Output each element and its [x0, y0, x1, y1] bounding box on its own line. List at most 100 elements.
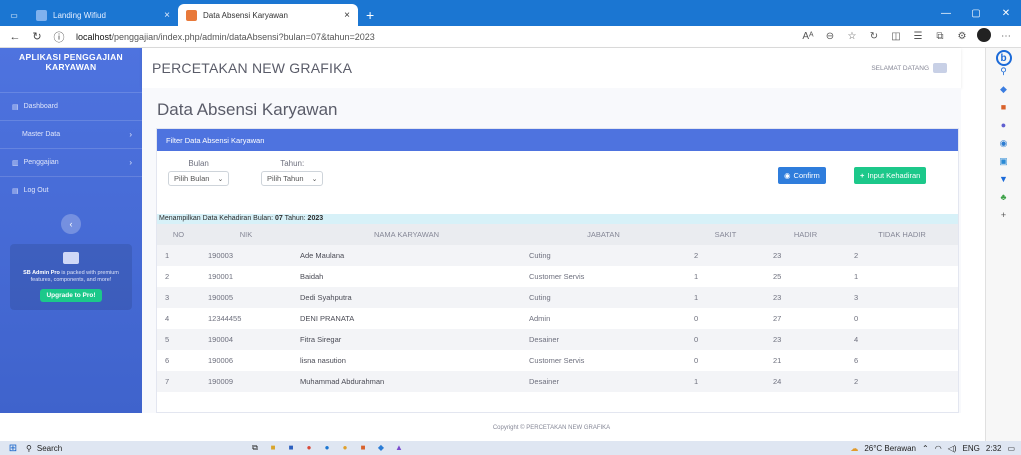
cell-nik: 12344455	[200, 308, 292, 329]
chevron-down-icon: ⌄	[217, 175, 224, 183]
upgrade-button[interactable]: Upgrade to Pro!	[40, 289, 102, 302]
profile-avatar[interactable]	[973, 28, 995, 45]
cell-name: DENI PRANATA	[292, 308, 521, 329]
info-icon[interactable]: ⓘ	[48, 29, 70, 45]
file-explorer-icon[interactable]: ■	[264, 443, 282, 453]
back-icon[interactable]: ←	[4, 31, 26, 43]
bulan-label: Bulan	[188, 159, 209, 168]
caption-prefix: Menampilkan Data Kehadiran Bulan:	[159, 215, 275, 222]
tab-data-absensi[interactable]: Data Absensi Karyawan ×	[178, 4, 358, 26]
sidebar-item-dashboard[interactable]: ▤ Dashboard	[0, 92, 142, 120]
tahun-select-value: Pilih Tahun	[267, 174, 304, 183]
close-icon[interactable]: ×	[164, 10, 170, 21]
chevron-down-icon: ⌄	[311, 175, 318, 183]
cell-nik: 190003	[200, 245, 292, 266]
minimize-icon[interactable]: —	[931, 8, 961, 19]
word-icon[interactable]: ■	[282, 443, 300, 453]
sidebar-item-penggajian[interactable]: ▥ Penggajian ›	[0, 148, 142, 176]
sidebar-brand[interactable]: APLIKASI PENGGAJIAN KARYAWAN	[0, 48, 142, 92]
column-header: JABATAN	[521, 224, 686, 245]
new-tab-icon[interactable]: +	[358, 4, 382, 26]
cell-hadir: 25	[765, 266, 846, 287]
games-icon[interactable]: ◉	[1000, 138, 1008, 156]
tree-icon[interactable]: ♣	[1001, 192, 1007, 210]
tab-actions-icon[interactable]: ▭	[0, 4, 28, 26]
app-alt-icon[interactable]: ▲	[390, 443, 408, 453]
taskbar-search[interactable]: ⚲ Search	[26, 444, 146, 453]
app-icon[interactable]: ■	[354, 443, 372, 453]
cell-tidak-hadir: 2	[846, 245, 958, 266]
promo-illustration	[63, 252, 79, 264]
cell-sakit: 0	[686, 350, 765, 371]
browser-toolbar: Aᴬ ⊖ ☆ ↻ ◫ ☰ ⧉ ⚙ ⋯	[797, 28, 1017, 45]
vscode-icon[interactable]: ◆	[372, 443, 390, 453]
edge-icon[interactable]: ●	[318, 443, 336, 453]
input-kehadiran-button[interactable]: + Input Kehadiran	[854, 167, 927, 184]
tab-landing[interactable]: Landing Wifiud ×	[28, 4, 178, 26]
url-field[interactable]: localhost/penggajian/index.php/admin/dat…	[76, 32, 797, 42]
extensions-icon[interactable]: ⚙	[951, 31, 973, 42]
volume-icon[interactable]: ◁)	[948, 444, 957, 453]
user-menu[interactable]: SELAMAT DATANG	[871, 63, 947, 73]
notification-icon[interactable]: ▭	[1007, 444, 1015, 453]
read-aloud-icon[interactable]: Aᴬ	[797, 31, 819, 42]
refresh-alt-icon[interactable]: ↻	[863, 31, 885, 42]
favorite-icon[interactable]: ☆	[841, 31, 863, 42]
confirm-button[interactable]: ◉ Confirm	[778, 167, 826, 184]
caption-month: 07	[274, 215, 283, 222]
table-row: 5 190004 Fitra Siregar Desainer 0 23 4	[157, 329, 958, 350]
chevron-up-icon[interactable]: ⌃	[922, 444, 929, 453]
bing-icon[interactable]: b	[995, 50, 1012, 66]
tahun-select[interactable]: Pilih Tahun ⌄	[261, 171, 324, 186]
card-header: Filter Data Absensi Karyawan	[157, 129, 958, 151]
address-bar: ← ↻ ⓘ localhost/penggajian/index.php/adm…	[0, 26, 1021, 48]
cell-no: 4	[157, 308, 200, 329]
task-view-icon[interactable]: ⧉	[246, 443, 264, 453]
tools-icon[interactable]: ■	[1001, 102, 1006, 120]
collections-icon[interactable]: ⧉	[929, 31, 951, 42]
search-icon[interactable]: ⚲	[1000, 66, 1007, 84]
close-icon[interactable]: ×	[344, 10, 350, 21]
column-header: SAKIT	[686, 224, 765, 245]
split-screen-icon[interactable]: ◫	[885, 31, 907, 42]
maximize-icon[interactable]: ▢	[961, 8, 991, 19]
url-path: /penggajian/index.php/admin/dataAbsensi?…	[111, 31, 375, 42]
cell-tidak-hadir: 1	[846, 266, 958, 287]
people-icon[interactable]: ●	[1001, 120, 1006, 138]
table-body: 1 190003 Ade Maulana Cuting 2 23 2 2 190001 Baida…	[157, 245, 958, 392]
cell-jabatan: Desainer	[521, 329, 686, 350]
cell-hadir: 23	[765, 329, 846, 350]
refresh-icon[interactable]: ↻	[26, 30, 48, 43]
chrome-alt-icon[interactable]: ●	[336, 443, 354, 453]
add-icon[interactable]: +	[1001, 210, 1006, 228]
outlook-icon[interactable]: ▼	[999, 174, 1008, 192]
tag-icon[interactable]: ◆	[1000, 84, 1007, 102]
weather-text: 26°C Berawan	[864, 443, 916, 453]
language-text[interactable]: ENG	[963, 444, 980, 453]
chevron-right-icon: ›	[129, 130, 132, 139]
favorites-list-icon[interactable]: ☰	[907, 31, 929, 42]
cell-hadir: 27	[765, 308, 846, 329]
more-icon[interactable]: ⋯	[995, 31, 1017, 42]
close-window-icon[interactable]: ✕	[991, 8, 1021, 19]
office-icon[interactable]: ▣	[999, 156, 1008, 174]
weather-icon[interactable]: ☁	[850, 444, 858, 453]
filter-card: Filter Data Absensi Karyawan Bulan Pilih…	[156, 128, 959, 413]
windows-start-icon[interactable]: ⊞	[0, 443, 26, 454]
cell-no: 2	[157, 266, 200, 287]
network-icon[interactable]: ◠	[935, 444, 942, 453]
cell-nik: 190001	[200, 266, 292, 287]
main-content: Data Absensi Karyawan Filter Data Absens…	[142, 88, 961, 413]
sidebar-toggle-button[interactable]: ‹	[61, 214, 81, 234]
os-taskbar: ⊞ ⚲ Search ⧉ ■ ■ ● ● ● ■ ◆ ▲ ☁ 26°C Bera…	[0, 441, 1021, 455]
clock-text[interactable]: 2:32	[986, 444, 1002, 453]
dashboard-icon: ▤	[12, 103, 19, 111]
chrome-icon[interactable]: ●	[300, 443, 318, 453]
table-row: 6 190006 lisna nasution Customer Servis 0 21 6	[157, 350, 958, 371]
cell-no: 1	[157, 245, 200, 266]
tab-favicon-icon	[186, 9, 197, 21]
sidebar-item-log-out[interactable]: ▤ Log Out	[0, 176, 142, 204]
sidebar-item-master-data[interactable]: Master Data ›	[0, 120, 142, 148]
bulan-select[interactable]: Pilih Bulan ⌄	[168, 171, 230, 186]
zoom-icon[interactable]: ⊖	[819, 31, 841, 42]
